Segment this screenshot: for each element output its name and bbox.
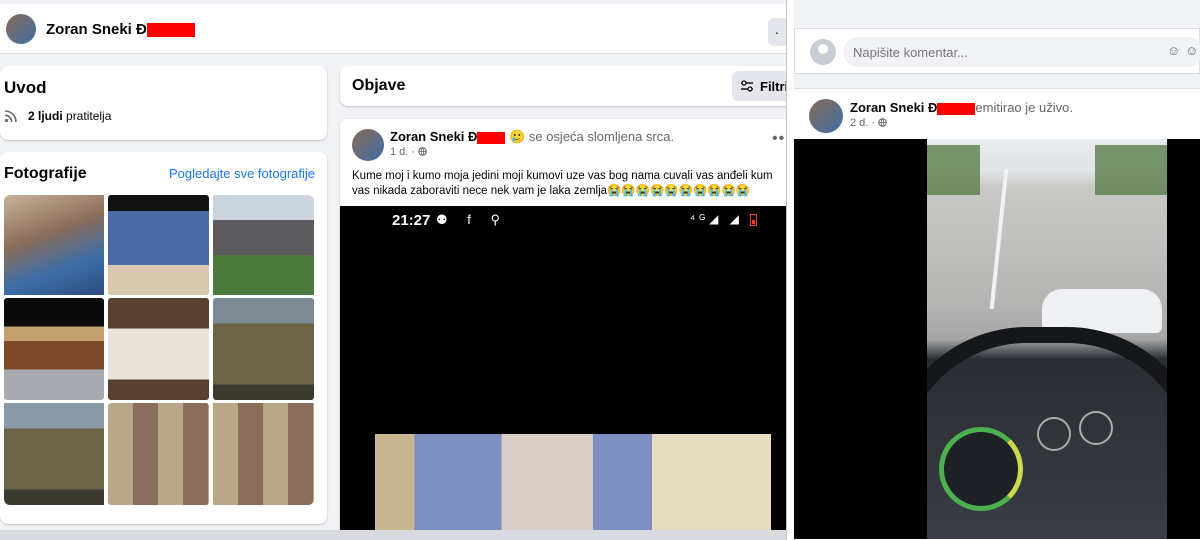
phone-status-icons: ⚉ f ⚲ [436, 212, 509, 227]
live-post-meta: 2 d. · [850, 117, 887, 129]
globe-icon [418, 147, 427, 156]
post-meta: 1 d. · [390, 146, 427, 158]
sliders-icon [741, 80, 753, 92]
video-frame [927, 139, 1167, 539]
redaction-bar [146, 23, 195, 38]
speedometer-gauge [939, 427, 1023, 511]
photo-thumbnail[interactable] [108, 195, 209, 295]
post-options-icon[interactable]: ••• [772, 130, 786, 148]
photo-thumbnail[interactable] [4, 298, 104, 400]
live-post-time[interactable]: 2 d. · [850, 117, 875, 129]
post-feeling: se osjeća slomljena srca. [528, 129, 675, 144]
profile-name-text: Zoran Sneki Đ [46, 21, 147, 38]
dashboard-gauge [1037, 417, 1071, 451]
intro-card: Uvod 2 ljudi pratitelja [0, 66, 327, 140]
photos-title: Fotografije [4, 165, 87, 182]
filter-button[interactable]: Filtri [732, 71, 786, 101]
feeling-emoji: 🥲 [509, 129, 526, 144]
window-divider [786, 0, 794, 540]
post-image[interactable]: 21:27 ⚉ f ⚲ ⁴ᴳ◢ ◢ [340, 206, 786, 540]
followers-label: pratitelja [66, 109, 112, 123]
profile-name[interactable]: Zoran Sneki Đ [46, 21, 195, 38]
roadside-trees [927, 145, 1167, 195]
redaction-bar [477, 131, 506, 144]
post-text: Kume moj i kumo moja jedini moji kumovi … [352, 170, 773, 197]
post-author-avatar[interactable] [352, 129, 384, 161]
live-author-name[interactable]: Zoran Sneki Đ [850, 100, 937, 115]
photo-grid [4, 195, 314, 505]
phone-signal-icons: ⁴ᴳ◢ ◢ [690, 212, 758, 226]
globe-icon [878, 118, 887, 127]
profile-window: Zoran Sneki Đ · Uvod 2 ljudi pratitelja … [0, 0, 786, 540]
live-post-header: Zoran Sneki Đ emitirao je uživo. [850, 100, 1073, 115]
posts-header: Objave Filtri [340, 66, 786, 106]
battery-icon [750, 213, 758, 226]
photos-card: Fotografije Pogledajte sve fotografije [0, 152, 327, 524]
filter-label: Filtri [760, 78, 786, 94]
photo-thumbnail[interactable] [108, 298, 209, 400]
photo-thumbnail[interactable] [213, 403, 314, 505]
sticker-icon[interactable]: ☺ [1167, 43, 1180, 58]
redaction-bar [937, 102, 976, 115]
photo-thumbnail[interactable] [4, 195, 104, 295]
signal-icon: ⁴ᴳ◢ ◢ [690, 212, 743, 226]
phone-status-time: 21:27 [392, 212, 431, 229]
post-author-name[interactable]: Zoran Sneki Đ [390, 129, 477, 144]
photo-thumbnail[interactable] [108, 403, 209, 505]
live-video-player[interactable] [794, 139, 1200, 539]
couple-photo [375, 434, 771, 540]
horizontal-scrollbar[interactable] [0, 530, 786, 540]
photo-thumbnail[interactable] [213, 195, 314, 295]
posts-title: Objave [352, 77, 406, 94]
followers-count[interactable]: 2 ljudi [28, 109, 63, 123]
intro-title: Uvod [4, 78, 47, 97]
see-all-photos-link[interactable]: Pogledajte sve fotografije [169, 166, 315, 181]
comment-bar: ☺ ☺ [794, 28, 1200, 74]
live-author-avatar[interactable] [809, 99, 843, 133]
post-time[interactable]: 1 d. · [390, 146, 415, 158]
live-post: Zoran Sneki Đ emitirao je uživo. 2 d. · [794, 88, 1200, 540]
user-avatar[interactable] [810, 39, 836, 65]
emoji-icon[interactable]: ☺ [1185, 43, 1198, 58]
photo-thumbnail[interactable] [4, 403, 104, 505]
live-action: emitirao je uživo. [975, 100, 1073, 115]
photo-thumbnail[interactable] [213, 298, 314, 400]
profile-avatar[interactable] [6, 14, 36, 44]
rss-icon [4, 110, 17, 123]
feed-post: Zoran Sneki Đ 🥲 se osjeća slomljena srca… [340, 119, 786, 540]
more-options-button[interactable]: · [768, 18, 786, 46]
comment-input[interactable] [843, 37, 1200, 67]
followers-row: 2 ljudi pratitelja [4, 109, 111, 123]
profile-header: Zoran Sneki Đ · [0, 4, 786, 54]
post-header: Zoran Sneki Đ 🥲 se osjeća slomljena srca… [390, 129, 674, 145]
dashboard-gauge [1079, 411, 1113, 445]
post-viewer-window: ☺ ☺ Zoran Sneki Đ emitirao je uživo. 2 d.… [794, 0, 1200, 540]
